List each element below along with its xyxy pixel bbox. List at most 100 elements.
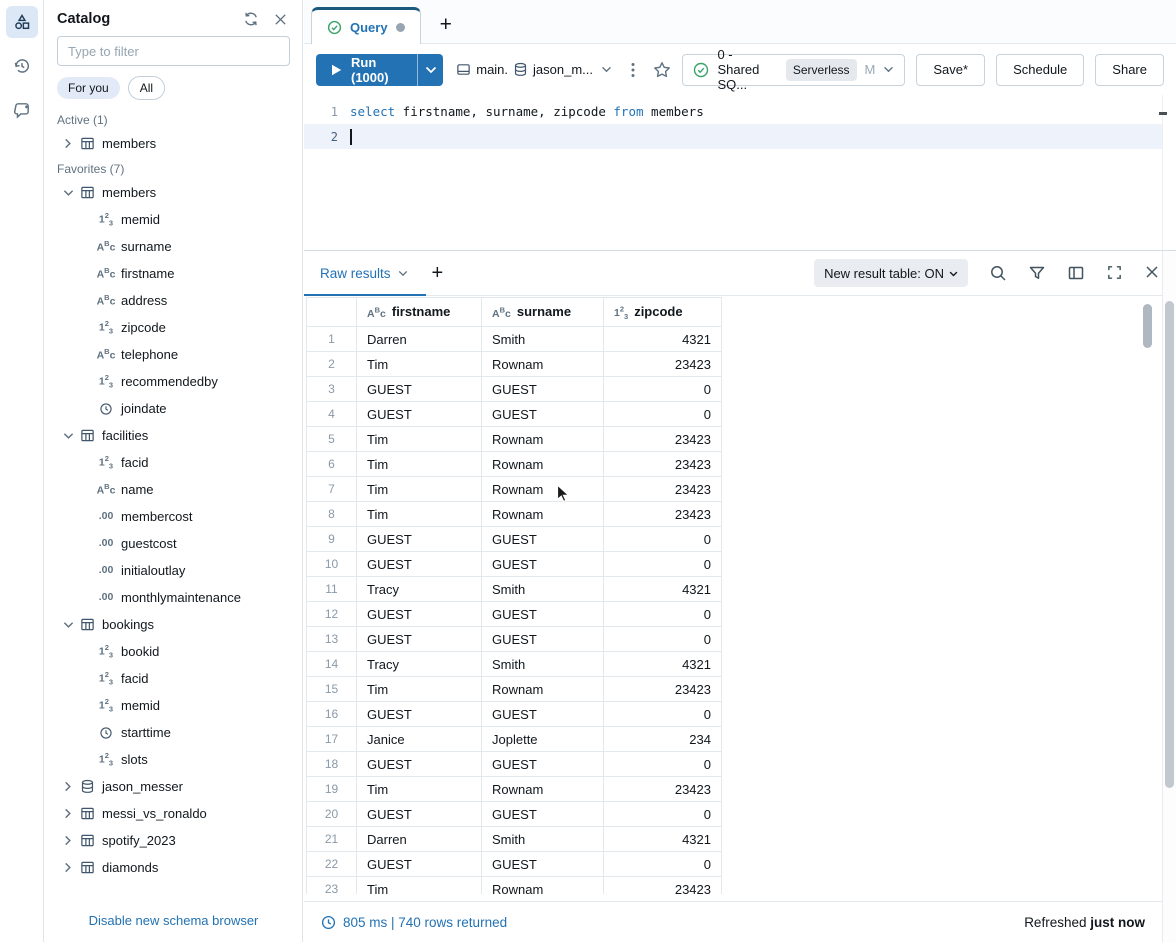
add-result-tab-button[interactable]: + — [432, 262, 444, 285]
firstname-cell[interactable]: GUEST — [357, 702, 482, 727]
tree-item-slots[interactable]: 123 slots — [45, 746, 302, 773]
favorite-star-icon[interactable] — [653, 61, 671, 79]
tree-item-bookings[interactable]: bookings — [45, 611, 302, 638]
chevron-right-icon[interactable] — [60, 138, 76, 149]
firstname-cell[interactable]: Tracy — [357, 577, 482, 602]
zipcode-cell[interactable]: 0 — [604, 802, 722, 827]
surname-cell[interactable]: GUEST — [482, 552, 604, 577]
close-sidebar-icon[interactable] — [273, 12, 288, 27]
tree-item-memid[interactable]: 123 memid — [45, 206, 302, 233]
tree-item-bookid[interactable]: 123 bookid — [45, 638, 302, 665]
tree-item-telephone[interactable]: ABc telephone — [45, 341, 302, 368]
firstname-cell[interactable]: Tim — [357, 777, 482, 802]
firstname-cell[interactable]: GUEST — [357, 802, 482, 827]
table-row[interactable]: 21 Darren Smith 4321 — [307, 827, 722, 852]
zipcode-cell[interactable]: 23423 — [604, 452, 722, 477]
zipcode-cell[interactable]: 23423 — [604, 877, 722, 895]
chevron-down-icon[interactable] — [60, 621, 76, 629]
surname-cell[interactable]: Smith — [482, 827, 604, 852]
raw-results-tab[interactable]: Raw results — [320, 266, 408, 281]
tree-item-messi_vs_ronaldo[interactable]: messi_vs_ronaldo — [45, 800, 302, 827]
tree-item-facid[interactable]: 123 facid — [45, 449, 302, 476]
firstname-cell[interactable]: GUEST — [357, 402, 482, 427]
surname-cell[interactable]: Smith — [482, 577, 604, 602]
chevron-down-icon[interactable] — [60, 432, 76, 440]
surname-cell[interactable]: Rownam — [482, 427, 604, 452]
surname-cell[interactable]: Rownam — [482, 352, 604, 377]
surname-cell[interactable]: Smith — [482, 652, 604, 677]
firstname-cell[interactable]: Tracy — [357, 652, 482, 677]
close-icon[interactable] — [1144, 264, 1160, 282]
firstname-cell[interactable]: Darren — [357, 827, 482, 852]
zipcode-cell[interactable]: 0 — [604, 752, 722, 777]
more-options-kebab-icon[interactable] — [625, 62, 640, 78]
surname-cell[interactable]: GUEST — [482, 752, 604, 777]
catalog-icon[interactable] — [6, 6, 38, 38]
surname-cell[interactable]: Rownam — [482, 502, 604, 527]
tree-item-zipcode[interactable]: 123 zipcode — [45, 314, 302, 341]
zipcode-cell[interactable]: 4321 — [604, 827, 722, 852]
firstname-cell[interactable]: Tim — [357, 677, 482, 702]
chevron-right-icon[interactable] — [60, 781, 76, 792]
chevron-right-icon[interactable] — [60, 808, 76, 819]
table-row[interactable]: 8 Tim Rownam 23423 — [307, 502, 722, 527]
surname-cell[interactable]: GUEST — [482, 402, 604, 427]
zipcode-cell[interactable]: 4321 — [604, 327, 722, 352]
editor-line[interactable]: 1 select firstname, surname, zipcode fro… — [304, 99, 1162, 124]
disable-schema-browser-link[interactable]: Disable new schema browser — [45, 907, 302, 934]
table-row[interactable]: 14 Tracy Smith 4321 — [307, 652, 722, 677]
tree-item-initialoutlay[interactable]: .00 initialoutlay — [45, 557, 302, 584]
surname-cell[interactable]: GUEST — [482, 702, 604, 727]
tree-item-firstname[interactable]: ABc firstname — [45, 260, 302, 287]
zipcode-cell[interactable]: 23423 — [604, 677, 722, 702]
chevron-right-icon[interactable] — [60, 862, 76, 873]
table-row[interactable]: 19 Tim Rownam 23423 — [307, 777, 722, 802]
zipcode-cell[interactable]: 23423 — [604, 427, 722, 452]
tree-item-facilities[interactable]: facilities — [45, 422, 302, 449]
zipcode-cell[interactable]: 234 — [604, 727, 722, 752]
zipcode-cell[interactable]: 0 — [604, 527, 722, 552]
surname-cell[interactable]: Rownam — [482, 477, 604, 502]
new-tab-button[interactable]: + — [440, 16, 452, 34]
tree-item-starttime[interactable]: starttime — [45, 719, 302, 746]
zipcode-cell[interactable]: 0 — [604, 552, 722, 577]
tree-item-facid[interactable]: 123 facid — [45, 665, 302, 692]
query-duration-status[interactable]: 805 ms | 740 rows returned — [321, 915, 507, 930]
table-row[interactable]: 2 Tim Rownam 23423 — [307, 352, 722, 377]
surname-cell[interactable]: GUEST — [482, 802, 604, 827]
surname-cell[interactable]: Joplette — [482, 727, 604, 752]
save-button[interactable]: Save* — [916, 54, 985, 86]
chevron-down-icon[interactable] — [60, 189, 76, 197]
tree-item-monthlymaintenance[interactable]: .00 monthlymaintenance — [45, 584, 302, 611]
surname-cell[interactable]: Rownam — [482, 777, 604, 802]
share-button[interactable]: Share — [1095, 54, 1164, 86]
table-row[interactable]: 5 Tim Rownam 23423 — [307, 427, 722, 452]
column-header-zipcode[interactable]: 123zipcode — [604, 298, 722, 327]
filter-pill-all[interactable]: All — [128, 76, 165, 100]
firstname-cell[interactable]: Darren — [357, 327, 482, 352]
table-row[interactable]: 11 Tracy Smith 4321 — [307, 577, 722, 602]
surname-cell[interactable]: Rownam — [482, 677, 604, 702]
zipcode-cell[interactable]: 23423 — [604, 777, 722, 802]
surname-cell[interactable]: GUEST — [482, 602, 604, 627]
zipcode-cell[interactable]: 0 — [604, 377, 722, 402]
tree-item-surname[interactable]: ABc surname — [45, 233, 302, 260]
schedule-button[interactable]: Schedule — [996, 54, 1084, 86]
table-row[interactable]: 23 Tim Rownam 23423 — [307, 877, 722, 895]
new-result-table-toggle[interactable]: New result table: ON — [814, 259, 968, 287]
table-row[interactable]: 6 Tim Rownam 23423 — [307, 452, 722, 477]
zipcode-cell[interactable]: 23423 — [604, 502, 722, 527]
refresh-icon[interactable] — [243, 11, 259, 27]
tree-item-memid[interactable]: 123 memid — [45, 692, 302, 719]
surname-cell[interactable]: Rownam — [482, 452, 604, 477]
table-row[interactable]: 3 GUEST GUEST 0 — [307, 377, 722, 402]
zipcode-cell[interactable]: 4321 — [604, 652, 722, 677]
zipcode-cell[interactable]: 0 — [604, 402, 722, 427]
firstname-cell[interactable]: GUEST — [357, 377, 482, 402]
run-options-caret[interactable] — [418, 54, 443, 86]
firstname-cell[interactable]: Tim — [357, 452, 482, 477]
table-row[interactable]: 15 Tim Rownam 23423 — [307, 677, 722, 702]
firstname-cell[interactable]: GUEST — [357, 852, 482, 877]
table-row[interactable]: 13 GUEST GUEST 0 — [307, 627, 722, 652]
fullscreen-icon[interactable] — [1106, 264, 1123, 282]
